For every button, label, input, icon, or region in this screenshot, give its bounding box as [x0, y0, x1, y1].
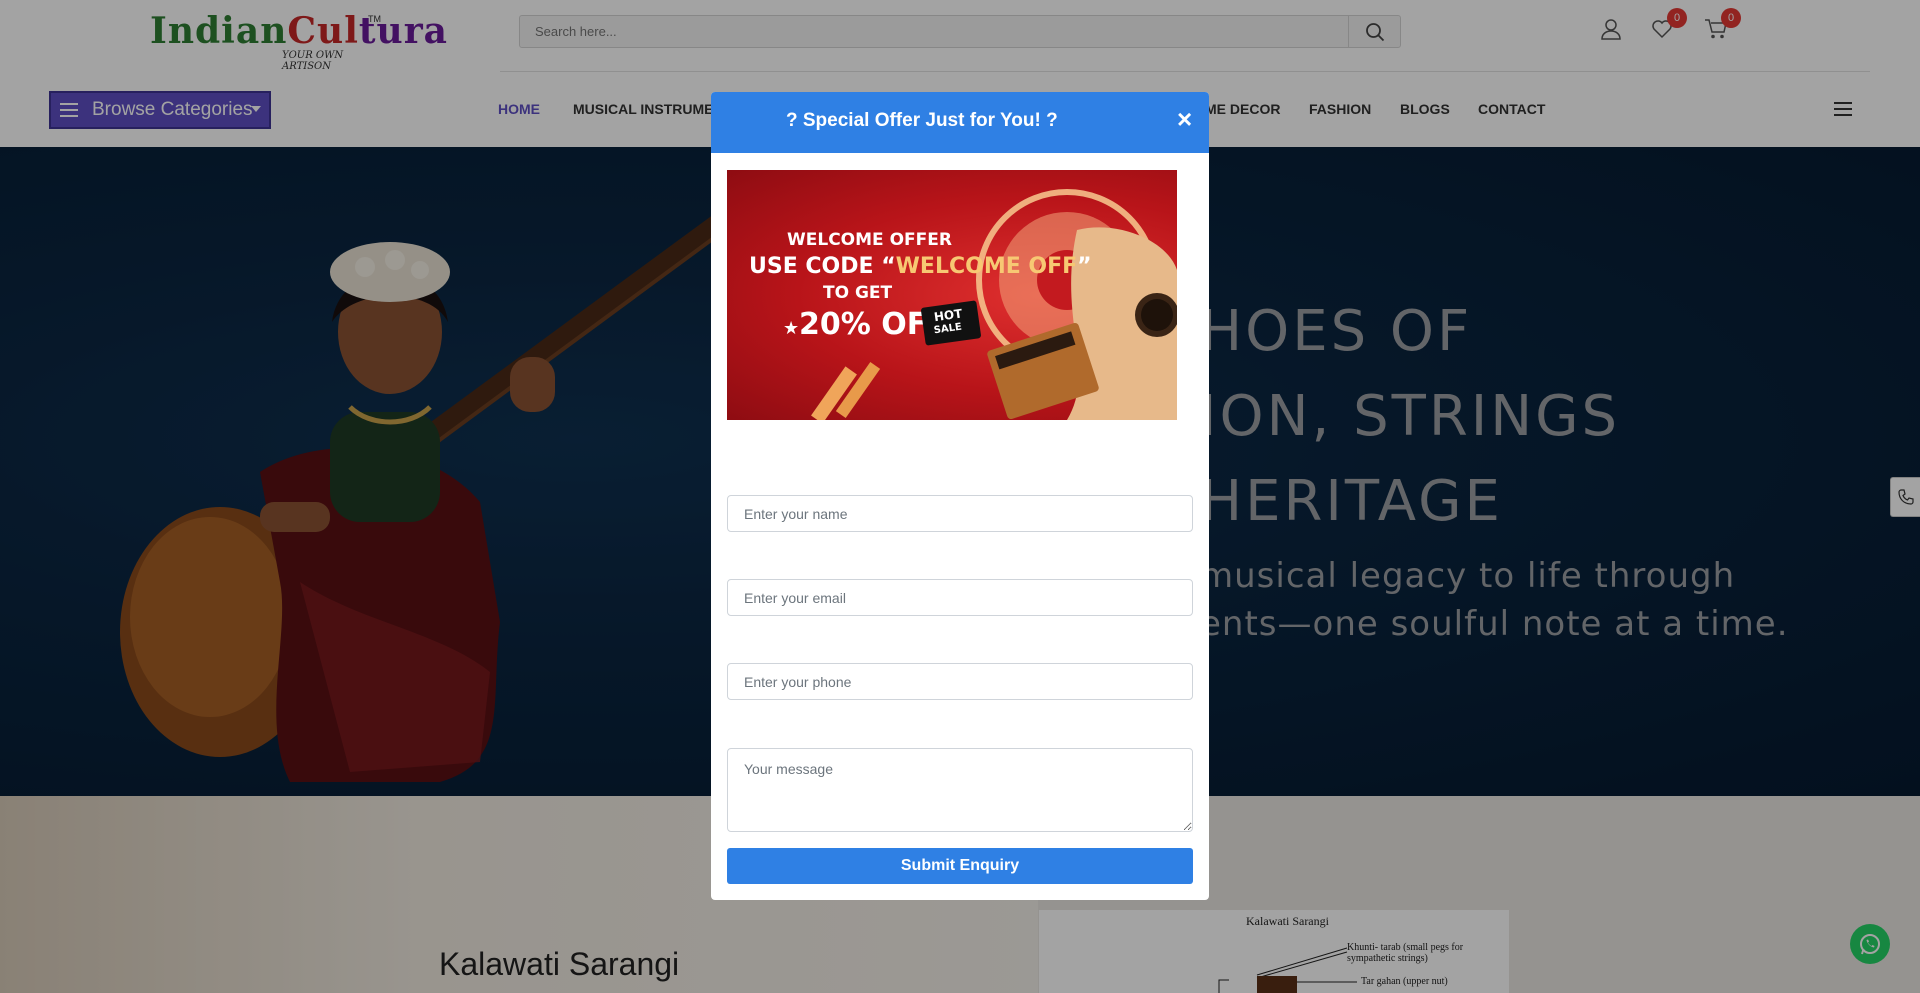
offer-line-to-get: TO GET: [823, 283, 893, 303]
hot-sale-tag: HOT SALE: [920, 300, 982, 346]
name-field[interactable]: [727, 495, 1193, 532]
offer-line-code: USE CODE “WELCOME OFF”: [749, 254, 1092, 279]
offer-line-welcome: WELCOME OFFER: [787, 230, 952, 250]
modal-header: ? Special Offer Just for You! ? ×: [711, 92, 1209, 153]
message-field[interactable]: [727, 748, 1193, 832]
phone-field[interactable]: [727, 663, 1193, 700]
offer-artwork: [811, 189, 1177, 420]
special-offer-modal: ? Special Offer Just for You! ? × WELCOM…: [711, 92, 1209, 900]
modal-title: ? Special Offer Just for You! ?: [786, 110, 1058, 131]
sale-label: SALE: [933, 321, 963, 337]
submit-enquiry-button[interactable]: Submit Enquiry: [727, 848, 1193, 884]
email-field[interactable]: [727, 579, 1193, 616]
page: IndianCultura TM YOUR OWN ARTISON 0 0 Br…: [0, 0, 1920, 993]
close-icon[interactable]: ×: [1177, 106, 1192, 132]
star-icon: ★: [783, 318, 800, 339]
welcome-offer-banner-image: WELCOME OFFER USE CODE “WELCOME OFF” TO …: [727, 170, 1177, 420]
